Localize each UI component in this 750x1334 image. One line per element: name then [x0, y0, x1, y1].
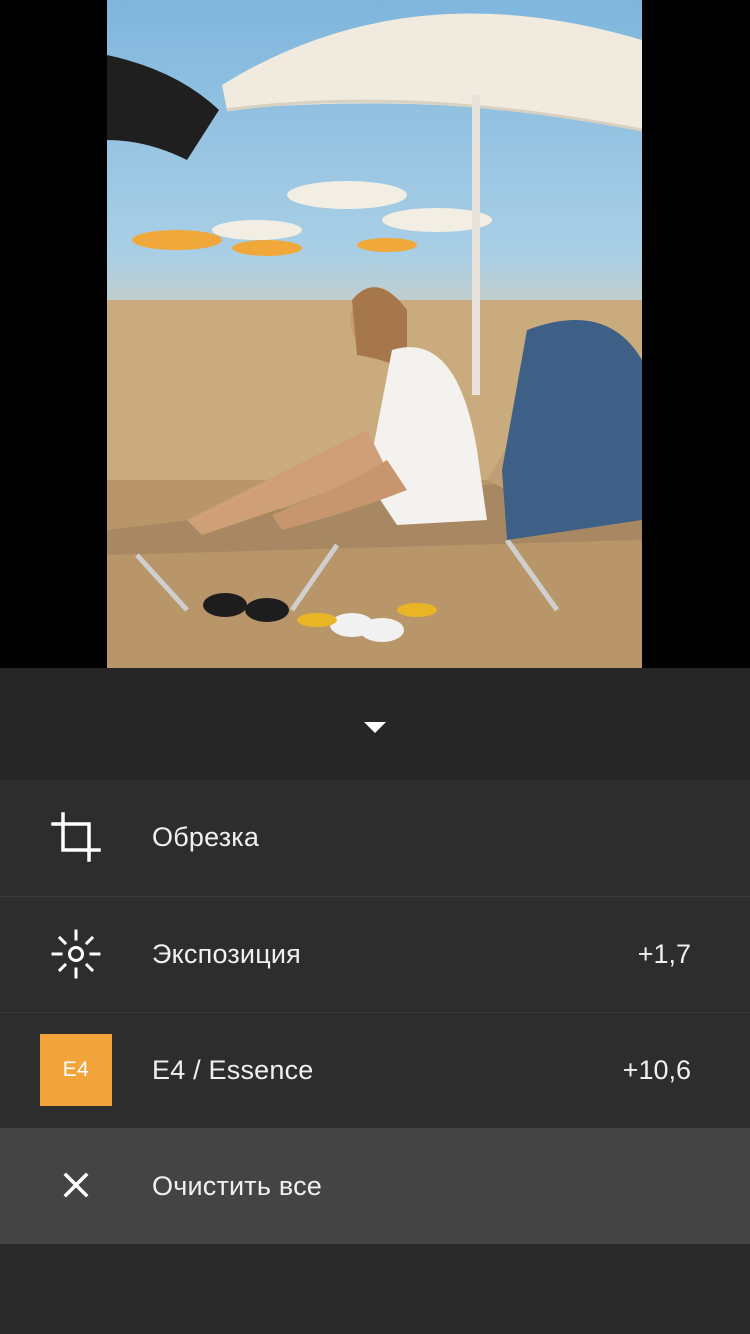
history-item-exposure[interactable]: Экспозиция +1,7: [0, 896, 750, 1011]
photo-illustration: [107, 13, 642, 668]
history-item-value: +10,6: [622, 1055, 691, 1085]
sun-icon: [40, 918, 112, 990]
clear-all-label: Очистить все: [152, 1171, 322, 1201]
caret-down-icon: [364, 721, 386, 733]
preset-badge-label: E4: [40, 1034, 112, 1106]
crop-icon: [40, 801, 112, 873]
preset-badge: E4: [40, 1034, 112, 1106]
history-item-label: Обрезка: [152, 822, 260, 852]
close-icon: [40, 1149, 112, 1221]
edited-photo[interactable]: [107, 0, 642, 668]
history-item-label: Экспозиция: [152, 939, 301, 969]
collapse-panel-button[interactable]: [0, 668, 750, 780]
photo-canvas: [0, 0, 750, 668]
edit-history-panel: Обрезка Экспозиция +1,7 E4 E4 / Essence …: [0, 668, 750, 1334]
history-item-crop[interactable]: Обрезка: [0, 780, 750, 895]
clear-all-button[interactable]: Очистить все: [0, 1128, 750, 1244]
panel-footer: [0, 1244, 750, 1334]
history-item-value: +1,7: [637, 939, 691, 969]
history-item-preset[interactable]: E4 E4 / Essence +10,6: [0, 1012, 750, 1127]
history-item-label: E4 / Essence: [152, 1055, 314, 1085]
